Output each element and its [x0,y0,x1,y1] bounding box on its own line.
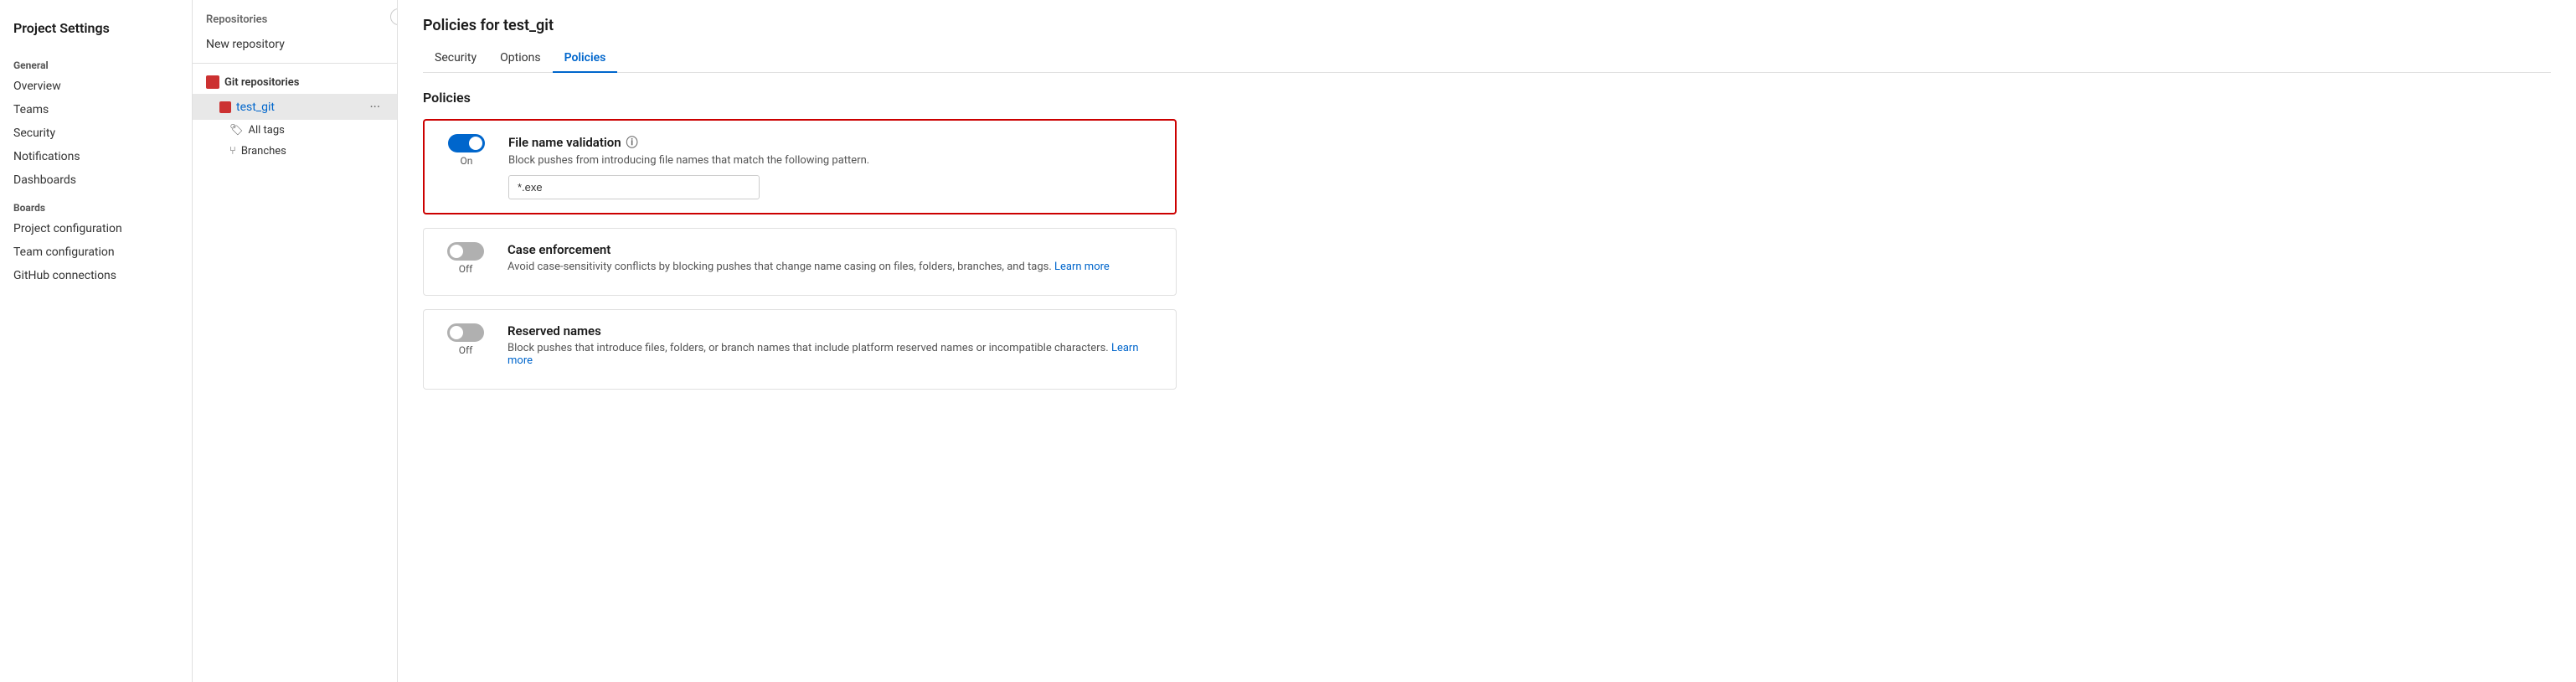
new-repository-link[interactable]: New repository [193,33,397,56]
toggle-label-case: Off [459,263,473,275]
policy-content-file-name: File name validation ⓘ Block pushes from… [508,134,1158,199]
toggle-container-file-name: On [441,134,492,167]
sidebar-item-teams[interactable]: Teams [0,98,192,121]
project-settings-title: Project Settings [0,13,192,49]
toggle-reserved-names[interactable] [447,323,484,342]
sidebar-item-overview[interactable]: Overview [0,75,192,98]
page-title: Policies for test_git [423,17,2551,34]
policies-title: Policies [423,90,1177,106]
general-section: General Overview Teams Security Notifica… [0,49,192,192]
tag-icon: 🏷 [229,124,244,137]
toggle-label-file-name: On [461,155,473,167]
policy-card-case-enforcement: Off Case enforcement Avoid case-sensitiv… [423,228,1177,296]
toggle-knob-reserved [450,326,463,339]
boards-section: Boards Project configuration Team config… [0,192,192,287]
sidebar-item-dashboards[interactable]: Dashboards [0,168,192,192]
policy-desc-file-name: Block pushes from introducing file names… [508,154,1158,167]
sidebar-item-security[interactable]: Security [0,121,192,145]
sidebar-item-notifications[interactable]: Notifications [0,145,192,168]
repo-more-button[interactable]: ··· [366,99,384,115]
policies-section: Policies On File name validation ⓘ Block… [423,90,1177,390]
policy-desc-case: Avoid case-sensitivity conflicts by bloc… [507,261,1159,273]
repositories-title: Repositories [193,10,397,33]
toggle-label-reserved: Off [459,344,473,356]
policy-content-reserved: Reserved names Block pushes that introdu… [507,323,1159,375]
toggle-knob-case [450,245,463,258]
info-icon-file-name[interactable]: ⓘ [626,134,638,151]
toggle-case-enforcement[interactable] [447,242,484,261]
learn-more-case[interactable]: Learn more [1054,261,1110,273]
main-content: Policies for test_git Security Options P… [398,0,2576,682]
sidebar-item-project-config[interactable]: Project configuration [0,217,192,240]
toggle-container-case: Off [440,242,491,275]
file-name-pattern-input[interactable] [508,175,760,199]
left-sidebar: Project Settings General Overview Teams … [0,0,193,682]
sidebar-divider [193,63,397,64]
policy-desc-reserved: Block pushes that introduce files, folde… [507,342,1159,367]
general-section-header: General [0,49,192,75]
policy-card-file-name-validation: On File name validation ⓘ Block pushes f… [423,119,1177,214]
git-repositories-header: Git repositories [193,70,397,94]
sidebar-item-github-connections[interactable]: GitHub connections [0,264,192,287]
branch-icon: ⑂ [229,145,236,158]
repo-icon [219,101,231,113]
toggle-knob [469,137,482,150]
tabs-bar: Security Options Policies [423,44,2551,73]
policy-content-case: Case enforcement Avoid case-sensitivity … [507,242,1159,282]
branches-item[interactable]: ⑂ Branches [193,141,397,162]
mid-sidebar: ‹ Repositories New repository Git reposi… [193,0,398,682]
policy-card-reserved-names: Off Reserved names Block pushes that int… [423,309,1177,390]
repo-name[interactable]: test_git [236,101,366,114]
policy-name-case: Case enforcement [507,242,1159,257]
tab-options[interactable]: Options [488,44,552,73]
toggle-container-reserved: Off [440,323,491,356]
boards-section-header: Boards [0,192,192,217]
repo-item-test-git[interactable]: test_git ··· [193,94,397,120]
policy-name-reserved: Reserved names [507,323,1159,338]
tab-security[interactable]: Security [423,44,488,73]
policy-name-file-name: File name validation ⓘ [508,134,1158,151]
sidebar-item-team-config[interactable]: Team configuration [0,240,192,264]
toggle-file-name-validation[interactable] [448,134,485,152]
git-icon [206,75,219,89]
tab-policies[interactable]: Policies [553,44,618,73]
all-tags-item[interactable]: 🏷 All tags [193,120,397,141]
